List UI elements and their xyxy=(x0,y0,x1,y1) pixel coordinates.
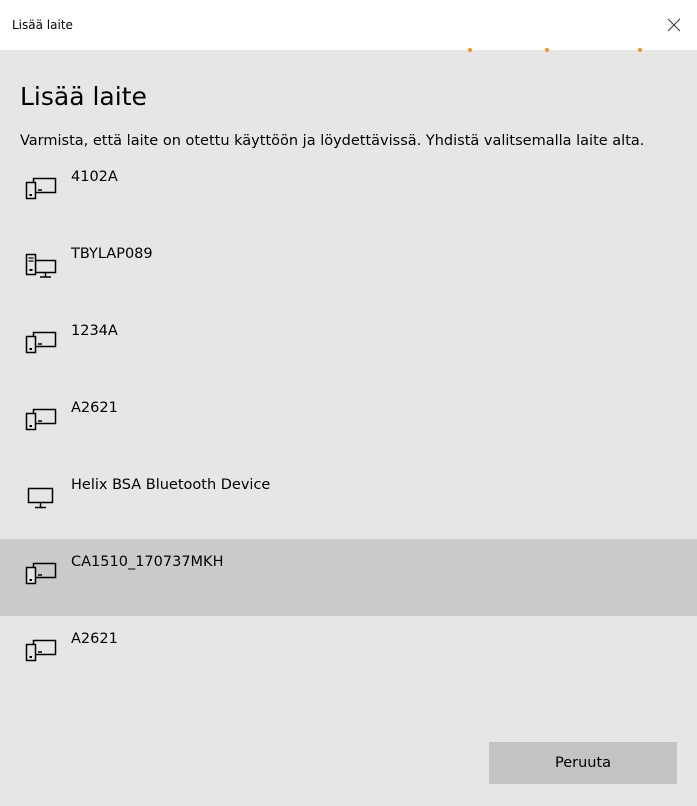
phone-pc-icon xyxy=(25,561,57,589)
device-list: 4102A TBYLAP089 1234A A2621 Helix BSA Blueto… xyxy=(0,154,697,693)
device-name: A2621 xyxy=(71,631,118,647)
progress-dot xyxy=(468,48,472,52)
cancel-button[interactable]: Peruuta xyxy=(489,742,677,784)
phone-pc-icon xyxy=(25,330,57,358)
device-name: A2621 xyxy=(71,400,118,416)
computer-phone-icon xyxy=(25,253,57,281)
progress-dot xyxy=(545,48,549,52)
device-name: CA1510_170737MKH xyxy=(71,554,224,570)
searching-progress-indicator xyxy=(0,46,697,56)
window-title: Lisää laite xyxy=(12,18,73,32)
device-list-item[interactable]: A2621 xyxy=(0,616,697,693)
phone-pc-icon xyxy=(25,638,57,666)
device-name: Helix BSA Bluetooth Device xyxy=(71,477,271,493)
device-name: 1234A xyxy=(71,323,118,339)
phone-pc-icon xyxy=(25,176,57,204)
progress-dot xyxy=(638,48,642,52)
device-name: TBYLAP089 xyxy=(71,246,153,262)
close-button[interactable] xyxy=(651,0,697,50)
page-title: Lisää laite xyxy=(20,82,147,111)
device-list-item[interactable]: TBYLAP089 xyxy=(0,231,697,308)
title-bar: Lisää laite xyxy=(0,0,697,50)
device-list-item[interactable]: 4102A xyxy=(0,154,697,231)
close-icon xyxy=(667,18,681,32)
device-name: 4102A xyxy=(71,169,118,185)
instructions-text: Varmista, että laite on otettu käyttöön … xyxy=(20,133,645,149)
device-list-item[interactable]: 1234A xyxy=(0,308,697,385)
device-list-item[interactable]: A2621 xyxy=(0,385,697,462)
monitor-icon xyxy=(25,484,57,512)
add-device-dialog: Lisää laite Lisää laite Varmista, että l… xyxy=(0,0,697,806)
device-list-item[interactable]: CA1510_170737MKH xyxy=(0,539,697,616)
device-list-item[interactable]: Helix BSA Bluetooth Device xyxy=(0,462,697,539)
phone-pc-icon xyxy=(25,407,57,435)
